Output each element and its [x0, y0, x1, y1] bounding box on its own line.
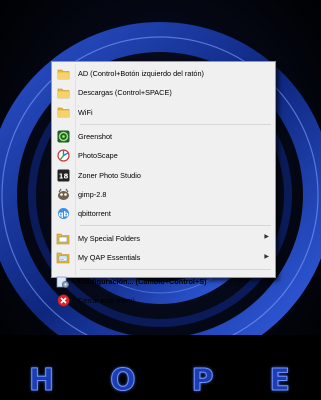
menu-item-zoner[interactable]: 18 Zoner Photo Studio — [52, 165, 275, 184]
menu-item-gimp[interactable]: gimp-2.8 — [52, 185, 275, 204]
menu-item-configuracion[interactable]: Configuración... (Cambio+Control+S) — [52, 272, 275, 291]
hope-logo-text: H O P E — [0, 360, 321, 400]
menu-item-photoscape[interactable]: PhotoScape — [52, 146, 275, 165]
menu-item-label: My QAP Essentials — [78, 252, 141, 262]
close-icon — [56, 294, 70, 308]
menu-separator — [80, 123, 271, 125]
menu-item-cerrar[interactable]: Cerrar este menú — [52, 291, 275, 310]
menu-item-greenshot[interactable]: Greenshot — [52, 127, 275, 146]
menu-item-label: AD (Control+Botón izquierdo del ratón) — [78, 69, 204, 79]
menu-separator — [80, 268, 271, 270]
popup-menu: AD (Control+Botón izquierdo del ratón) D… — [51, 61, 276, 308]
greenshot-icon — [56, 130, 70, 144]
special-folders-icon — [56, 231, 70, 245]
logo-letter: H — [28, 362, 57, 398]
menu-item-my-qap-essentials[interactable]: My QAP Essentials ▶ — [52, 248, 275, 267]
menu-item-ad[interactable]: AD (Control+Botón izquierdo del ratón) — [52, 64, 275, 83]
folder-icon — [56, 67, 70, 81]
menu-item-label: PhotoScape — [78, 151, 118, 161]
submenu-arrow-icon: ▶ — [264, 253, 269, 260]
menu-item-label: gimp-2.8 — [78, 189, 107, 199]
menu-item-my-special-folders[interactable]: My Special Folders ▶ — [52, 228, 275, 247]
menu-item-label: Zoner Photo Studio — [78, 170, 141, 180]
logo-letter: O — [110, 362, 138, 398]
folder-icon — [56, 105, 70, 119]
qbittorrent-icon: qb — [56, 207, 70, 221]
svg-text:18: 18 — [58, 172, 68, 180]
menu-item-label: Descargas (Control+SPACE) — [78, 88, 172, 98]
menu-item-qbittorrent[interactable]: qb qbittorrent — [52, 204, 275, 223]
submenu-arrow-icon: ▶ — [264, 234, 269, 241]
folder-icon — [56, 86, 70, 100]
qap-essentials-icon — [56, 250, 70, 264]
menu-item-descargas[interactable]: Descargas (Control+SPACE) — [52, 83, 275, 102]
menu-item-label: My Special Folders — [78, 233, 141, 243]
menu-item-wifi[interactable]: WiFi — [52, 103, 275, 122]
menu-item-label: Configuración... (Cambio+Control+S) — [78, 277, 207, 287]
menu-separator — [80, 225, 271, 227]
logo-letter: P — [191, 362, 216, 398]
zoner-icon: 18 — [56, 168, 70, 182]
menu-item-label: Cerrar este menú — [78, 296, 135, 306]
settings-icon — [56, 275, 70, 289]
photoscape-icon — [56, 149, 70, 163]
svg-text:qb: qb — [58, 211, 68, 219]
menu-item-label: qbittorrent — [78, 209, 111, 219]
logo-letter: E — [269, 362, 293, 398]
menu-item-label: Greenshot — [78, 132, 113, 142]
menu-item-label: WiFi — [78, 107, 93, 117]
gimp-icon — [56, 187, 70, 201]
